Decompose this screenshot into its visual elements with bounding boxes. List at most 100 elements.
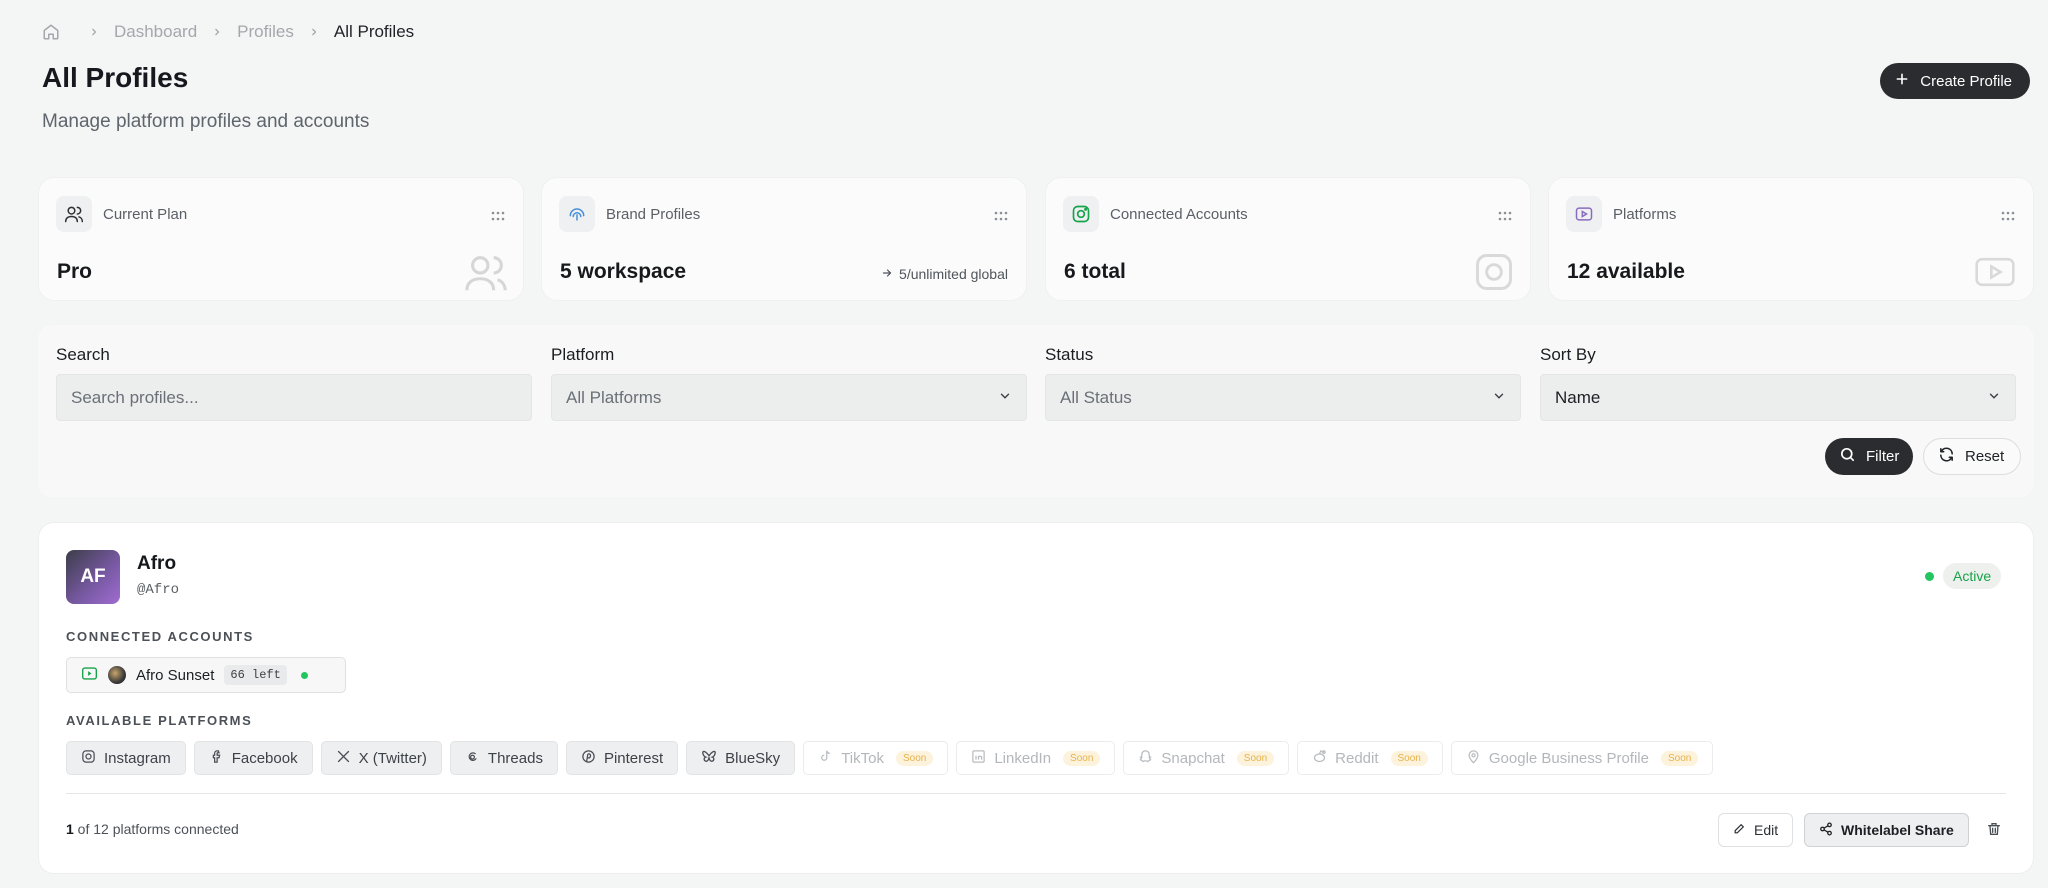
home-icon[interactable] <box>42 23 60 41</box>
plus-icon <box>1894 71 1910 91</box>
reddit-icon <box>1312 749 1327 768</box>
connected-suffix: of 12 platforms connected <box>73 821 239 837</box>
chevron-right-icon <box>88 26 100 38</box>
platform-threads[interactable]: Threads <box>449 741 558 775</box>
platform-label: Facebook <box>231 749 298 767</box>
stat-card-connected-accounts: Connected Accounts 6 total <box>1045 177 1531 301</box>
search-icon <box>1839 446 1856 467</box>
platform-label: Threads <box>487 749 543 767</box>
platform-label: BlueSky <box>725 749 781 767</box>
platform-google-business: Google Business Profile Soon <box>1450 741 1714 775</box>
stat-card-platforms: Platforms 12 available <box>1548 177 2034 301</box>
platform-pinterest[interactable]: Pinterest <box>565 741 679 775</box>
butterfly-icon <box>701 749 717 768</box>
map-pin-icon <box>1466 749 1481 768</box>
platform-label: Platform <box>551 345 615 364</box>
platform-label: Pinterest <box>603 749 664 767</box>
quota-badge: 66 left <box>224 665 287 685</box>
whitelabel-share-button[interactable]: Whitelabel Share <box>1804 813 1969 847</box>
platform-select[interactable]: All Platforms <box>551 374 1027 421</box>
filter-button-label: Filter <box>1866 448 1900 465</box>
fingerprint-icon <box>559 196 595 232</box>
trash-icon[interactable] <box>1986 821 2004 839</box>
filter-panel: Search Search profiles... Platform All P… <box>38 325 2034 497</box>
platform-list: Instagram Facebook X (Twitter) Threads P… <box>66 741 1714 775</box>
platform-bluesky[interactable]: BlueSky <box>686 741 796 775</box>
stat-note: 5/unlimited global <box>881 266 1008 282</box>
platform-label: LinkedIn <box>994 749 1052 767</box>
platform-label: Google Business Profile <box>1488 749 1649 767</box>
platform-value: All Platforms <box>566 387 662 407</box>
divider <box>66 793 2006 794</box>
platform-instagram[interactable]: Instagram <box>66 741 186 775</box>
status-select[interactable]: All Status <box>1045 374 1521 421</box>
stat-card-brand-profiles: Brand Profiles 5 workspace 5/unlimited g… <box>541 177 1027 301</box>
create-profile-button[interactable]: Create Profile <box>1880 63 2030 99</box>
drag-handle-icon[interactable] <box>491 208 505 226</box>
soon-badge: Soon <box>1236 750 1275 766</box>
drag-handle-icon[interactable] <box>1498 208 1512 226</box>
platform-facebook[interactable]: Facebook <box>193 741 313 775</box>
stat-label: Brand Profiles <box>606 206 701 223</box>
breadcrumb-profiles[interactable]: Profiles <box>237 22 294 42</box>
platform-x-twitter[interactable]: X (Twitter) <box>320 741 442 775</box>
breadcrumb: Dashboard Profiles All Profiles <box>42 22 414 42</box>
stat-label: Current Plan <box>103 206 188 223</box>
users-icon <box>56 196 92 232</box>
filter-button[interactable]: Filter <box>1825 438 1914 475</box>
platform-label: Snapchat <box>1161 749 1225 767</box>
search-label: Search <box>56 345 110 364</box>
connected-number: 1 <box>66 821 74 837</box>
profile-name[interactable]: Afro <box>137 553 176 575</box>
sort-value: Name <box>1555 387 1601 407</box>
platform-label: Instagram <box>104 749 171 767</box>
search-placeholder: Search profiles... <box>71 387 199 407</box>
drag-handle-icon[interactable] <box>994 208 1008 226</box>
page-subtitle: Manage platform profiles and accounts <box>42 111 370 132</box>
x-icon <box>336 749 351 768</box>
stat-card-current-plan: Current Plan Pro <box>38 177 524 301</box>
platform-tiktok: TikTok Soon <box>803 741 949 775</box>
soon-badge: Soon <box>1390 750 1428 766</box>
account-avatar <box>108 666 126 684</box>
ghost-icon <box>1138 749 1153 768</box>
tiktok-icon <box>818 749 833 768</box>
search-input[interactable]: Search profiles... <box>56 374 532 421</box>
breadcrumb-current: All Profiles <box>333 22 415 41</box>
create-profile-label: Create Profile <box>1920 72 2012 90</box>
platform-linkedin: LinkedIn Soon <box>956 741 1116 775</box>
platform-label: TikTok <box>841 749 884 767</box>
sort-select[interactable]: Name <box>1540 374 2016 421</box>
edit-button[interactable]: Edit <box>1718 813 1794 847</box>
profile-handle: @Afro <box>137 582 180 598</box>
chevron-down-icon <box>1492 388 1506 408</box>
platform-label: X (Twitter) <box>358 749 427 767</box>
platform-snapchat: Snapchat Soon <box>1123 741 1290 775</box>
page-title: All Profiles <box>42 62 189 93</box>
instagram-icon <box>1472 250 1516 299</box>
stat-value: 6 total <box>1064 260 1126 283</box>
soon-badge: Soon <box>1660 750 1699 766</box>
profile-card: AF Afro @Afro Active CONNECTED ACCOUNTS … <box>38 522 2034 874</box>
edit-button-label: Edit <box>1754 822 1779 838</box>
drag-handle-icon[interactable] <box>2001 208 2015 226</box>
avatar: AF <box>66 550 120 604</box>
stat-value: Pro <box>57 260 93 283</box>
stat-value: 12 available <box>1567 260 1685 283</box>
reset-button[interactable]: Reset <box>1923 438 2022 475</box>
platforms-connected-count: 1 of 12 platforms connected <box>66 821 239 837</box>
status-dot <box>1925 572 1934 581</box>
stat-note-text: 5/unlimited global <box>899 266 1008 282</box>
refresh-icon <box>1938 446 1955 467</box>
account-status-dot <box>300 671 308 679</box>
breadcrumb-dashboard[interactable]: Dashboard <box>114 22 197 42</box>
connected-accounts-title: CONNECTED ACCOUNTS <box>66 629 254 644</box>
chevron-down-icon <box>998 388 1012 408</box>
connected-account-chip[interactable]: Afro Sunset 66 left <box>66 657 346 693</box>
pencil-icon <box>1733 822 1746 838</box>
account-name: Afro Sunset <box>136 666 215 684</box>
youtube-icon <box>1971 250 2019 299</box>
soon-badge: Soon <box>1063 750 1101 766</box>
arrow-right-icon <box>881 266 893 282</box>
stat-value: 5 workspace <box>560 260 687 283</box>
